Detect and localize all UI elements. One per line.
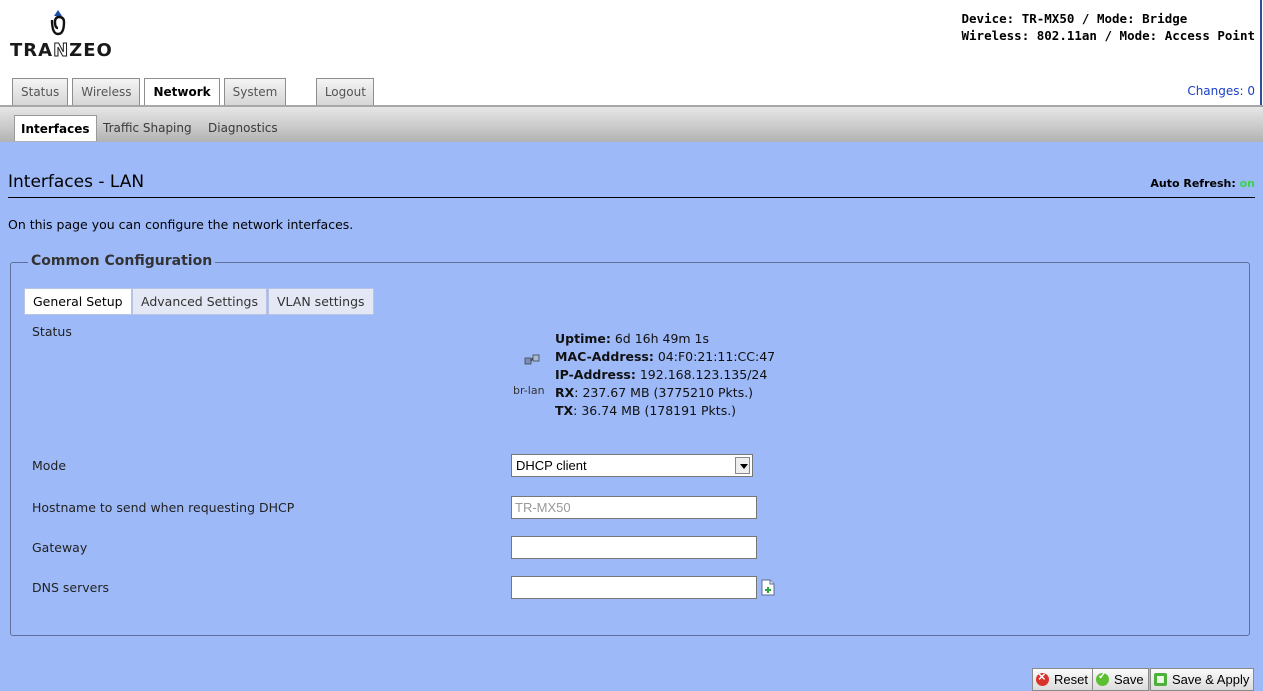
chevron-down-icon[interactable] [735,457,750,474]
sub-tabs: Interfaces Traffic Shaping Diagnostics [0,105,1263,142]
interface-status: Uptime: 6d 16h 49m 1s MAC-Address: 04:F0… [555,330,775,420]
status-label: Status [32,324,72,339]
rx-row: RX: 237.67 MB (3775210 Pkts.) [555,385,754,400]
logo-icon [50,10,66,36]
gateway-input[interactable] [511,536,757,559]
add-entry-icon[interactable] [761,579,775,596]
save-button[interactable]: Save [1092,668,1149,691]
main-tabs: Status Wireless Network System Logout [12,78,378,105]
reset-button[interactable]: Reset [1032,668,1093,691]
mode-select[interactable]: DHCP client [511,454,753,477]
dns-servers-input[interactable] [511,576,757,599]
dns-servers-label: DNS servers [32,580,109,595]
tab-general-setup[interactable]: General Setup [24,288,132,315]
hostname-label: Hostname to send when requesting DHCP [32,500,295,515]
page-title: Interfaces - LAN [8,172,145,192]
tab-network[interactable]: Network [144,78,220,105]
reset-label: Reset [1054,672,1088,687]
auto-refresh-toggle[interactable]: on [1240,177,1255,190]
subtab-traffic-shaping[interactable]: Traffic Shaping [97,115,198,141]
save-apply-label: Save & Apply [1172,672,1250,687]
save-apply-icon [1154,673,1167,686]
tab-advanced-settings[interactable]: Advanced Settings [132,288,267,315]
mode-selected-value: DHCP client [516,458,587,473]
save-icon [1096,671,1109,686]
wireless-line: Wireless: 802.11an / Mode: Access Point [961,28,1256,43]
logo-wordmark: TRANZEO [10,40,113,62]
subtab-diagnostics[interactable]: Diagnostics [202,115,284,141]
changes-link[interactable]: Changes: 0 [1187,84,1255,98]
save-label: Save [1114,672,1144,687]
interface-name: br-lan [513,384,545,397]
mac-row: MAC-Address: 04:F0:21:11:CC:47 [555,349,776,364]
header-edge-bar [1260,0,1262,110]
ip-row: IP-Address: 192.168.123.135/24 [555,367,768,382]
mode-label: Mode [32,458,67,473]
title-divider [8,197,1255,198]
uptime-row: Uptime: 6d 16h 49m 1s [555,331,710,346]
auto-refresh[interactable]: Auto Refresh: on [1150,177,1255,190]
save-apply-button[interactable]: Save & Apply [1150,668,1255,691]
network-interface-icon [524,354,540,365]
device-line: Device: TR-MX50 / Mode: Bridge [961,11,1188,26]
hostname-input[interactable]: TR-MX50 [511,496,757,519]
device-info: Device: TR-MX50 / Mode: Bridge Wireless:… [962,10,1256,44]
gateway-label: Gateway [32,540,88,555]
tranzeo-logo[interactable]: TRANZEO [10,6,140,66]
logout-tab[interactable]: Logout [316,78,375,105]
tab-vlan-settings[interactable]: VLAN settings [268,288,374,315]
tab-status[interactable]: Status [12,78,69,105]
subtab-interfaces[interactable]: Interfaces [14,115,97,141]
tab-system[interactable]: System [223,78,287,105]
auto-refresh-label: Auto Refresh: [1150,177,1236,190]
tab-wireless[interactable]: Wireless [72,78,141,105]
tx-row: TX: 36.74 MB (178191 Pkts.) [555,403,737,418]
reset-icon [1036,669,1049,686]
page-description: On this page you can configure the netwo… [8,217,354,232]
fieldset-legend: Common Configuration [28,253,216,269]
